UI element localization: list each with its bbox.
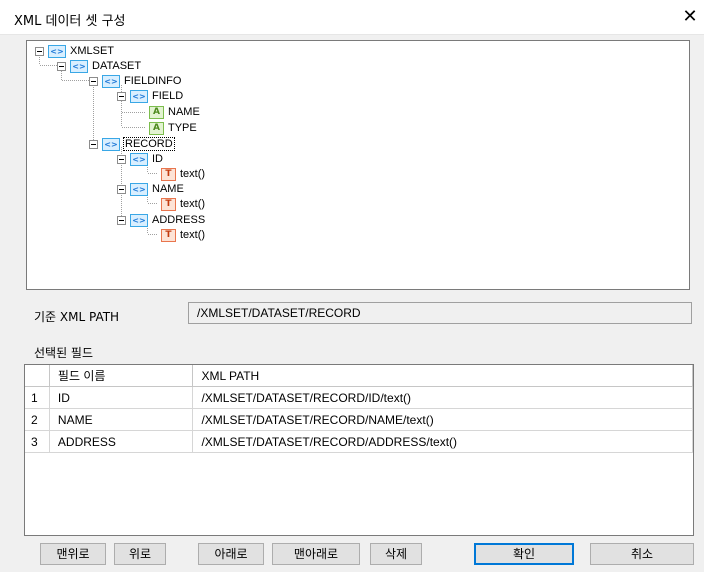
element-icon: <> bbox=[48, 44, 66, 58]
tree-node-label: NAME bbox=[168, 106, 200, 118]
tree-node-label: DATASET bbox=[92, 60, 142, 72]
tree-node-record[interactable]: <> RECORD bbox=[89, 137, 175, 151]
grid-header-row: 필드 이름 XML PATH bbox=[25, 365, 693, 387]
row-number: 3 bbox=[25, 430, 50, 453]
ok-button[interactable]: 확인 bbox=[474, 543, 574, 565]
tree-node-dataset[interactable]: <> DATASET bbox=[57, 59, 141, 73]
tree-node-text[interactable]: Ttext() bbox=[157, 228, 205, 242]
field-name-cell[interactable]: NAME bbox=[49, 408, 194, 431]
collapse-icon[interactable] bbox=[117, 154, 126, 164]
collapse-icon[interactable] bbox=[89, 76, 98, 86]
element-icon: <> bbox=[130, 182, 148, 196]
text-node-icon: T bbox=[161, 228, 176, 242]
title-bar: XML 데이터 셋 구성 ✕ bbox=[0, 0, 704, 35]
collapse-icon[interactable] bbox=[117, 91, 126, 101]
move-bottom-button[interactable]: 맨아래로 bbox=[272, 543, 360, 565]
tree-node-label: text() bbox=[180, 229, 206, 241]
base-path-field[interactable]: /XMLSET/DATASET/RECORD bbox=[188, 302, 692, 324]
element-icon: <> bbox=[130, 89, 148, 103]
element-icon: <> bbox=[102, 74, 120, 88]
move-up-button[interactable]: 위로 bbox=[114, 543, 166, 565]
tree-node-label: ID bbox=[152, 153, 163, 165]
xml-tree[interactable]: <> XMLSET <> DATASET <> FIELDINFO <> FIELD A NAME… bbox=[26, 40, 690, 290]
tree-node-field[interactable]: <> FIELD bbox=[117, 89, 183, 103]
base-path-label: 기준 XML PATH bbox=[34, 310, 120, 324]
table-row[interactable]: 2 NAME /XMLSET/DATASET/RECORD/NAME/text(… bbox=[25, 408, 693, 431]
xml-path-cell[interactable]: /XMLSET/DATASET/RECORD/ID/text() bbox=[192, 386, 693, 409]
collapse-icon[interactable] bbox=[57, 61, 66, 71]
xml-path-cell[interactable]: /XMLSET/DATASET/RECORD/NAME/text() bbox=[192, 408, 693, 431]
move-down-button[interactable]: 아래로 bbox=[198, 543, 264, 565]
move-top-button[interactable]: 맨위로 bbox=[40, 543, 106, 565]
collapse-icon[interactable] bbox=[117, 184, 126, 194]
selected-fields-grid[interactable]: 필드 이름 XML PATH 1 ID /XMLSET/DATASET/RECO… bbox=[24, 364, 694, 536]
tree-node-label: NAME bbox=[152, 183, 184, 195]
grid-header-xml-path[interactable]: XML PATH bbox=[192, 365, 693, 387]
element-icon: <> bbox=[130, 213, 148, 227]
table-row[interactable]: 3 ADDRESS /XMLSET/DATASET/RECORD/ADDRESS… bbox=[25, 430, 693, 453]
attribute-icon: A bbox=[149, 121, 164, 135]
tree-node-type[interactable]: A TYPE bbox=[145, 121, 197, 135]
tree-node-fieldinfo[interactable]: <> FIELDINFO bbox=[89, 74, 181, 88]
text-node-icon: T bbox=[161, 167, 176, 181]
field-name-cell[interactable]: ADDRESS bbox=[49, 430, 194, 453]
selected-fields-label: 선택된 필드 bbox=[34, 346, 94, 360]
tree-node-id[interactable]: <> ID bbox=[117, 152, 163, 166]
tree-node-text[interactable]: Ttext() bbox=[157, 197, 205, 211]
tree-node-label: FIELDINFO bbox=[124, 75, 182, 87]
tree-node-text[interactable]: Ttext() bbox=[157, 167, 205, 181]
collapse-icon[interactable] bbox=[35, 46, 44, 56]
collapse-icon[interactable] bbox=[117, 215, 126, 225]
collapse-icon[interactable] bbox=[89, 139, 98, 149]
tree-node-label: TYPE bbox=[168, 122, 197, 134]
text-node-icon: T bbox=[161, 197, 176, 211]
tree-node-label: FIELD bbox=[152, 90, 184, 102]
element-icon: <> bbox=[102, 137, 120, 151]
table-row[interactable]: 1 ID /XMLSET/DATASET/RECORD/ID/text() bbox=[25, 386, 693, 409]
window-title: XML 데이터 셋 구성 bbox=[14, 14, 126, 29]
attribute-icon: A bbox=[149, 105, 164, 119]
tree-node-label: text() bbox=[180, 168, 206, 180]
tree-node-label: text() bbox=[180, 198, 206, 210]
xml-path-cell[interactable]: /XMLSET/DATASET/RECORD/ADDRESS/text() bbox=[192, 430, 693, 453]
tree-node-address[interactable]: <> ADDRESS bbox=[117, 213, 205, 227]
close-icon[interactable]: ✕ bbox=[680, 8, 700, 26]
row-number: 1 bbox=[25, 386, 50, 409]
delete-button[interactable]: 삭제 bbox=[370, 543, 422, 565]
tree-node-name[interactable]: A NAME bbox=[145, 105, 200, 119]
grid-header-corner bbox=[25, 365, 50, 387]
grid-header-field-name[interactable]: 필드 이름 bbox=[49, 365, 194, 387]
tree-node-label: RECORD bbox=[123, 137, 175, 151]
cancel-button[interactable]: 취소 bbox=[590, 543, 694, 565]
row-number: 2 bbox=[25, 408, 50, 431]
element-icon: <> bbox=[70, 59, 88, 73]
tree-node-label: XMLSET bbox=[70, 45, 115, 57]
tree-node-label: ADDRESS bbox=[152, 214, 206, 226]
tree-node-xmlset[interactable]: <> XMLSET bbox=[35, 44, 114, 58]
element-icon: <> bbox=[130, 152, 148, 166]
field-name-cell[interactable]: ID bbox=[49, 386, 194, 409]
tree-node-name[interactable]: <> NAME bbox=[117, 182, 184, 196]
